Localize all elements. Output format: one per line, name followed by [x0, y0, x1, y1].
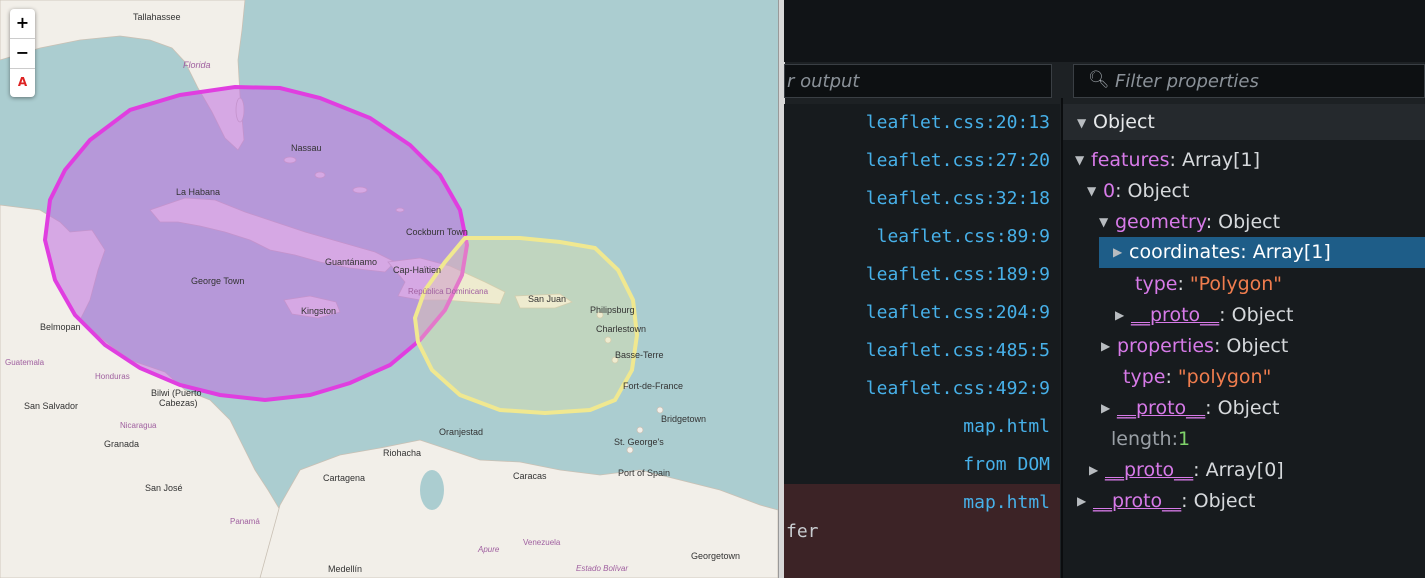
label-estado-bolivar: Estado Bolívar [576, 564, 628, 573]
tree-row-arr-proto[interactable]: ▶ __proto__: Array[0] [1089, 455, 1284, 486]
label-oranjestad: Oranjestad [439, 427, 483, 437]
label-nicaragua: Nicaragua [120, 421, 157, 430]
console-link[interactable]: leaflet.css:485:5 [784, 332, 1060, 370]
console-link[interactable]: map.html [784, 408, 1060, 446]
label-caracas: Caracas [513, 471, 547, 481]
label-bilwi: Bilwi (Puerto [151, 388, 202, 398]
label-guatemala: Guatemala [5, 358, 45, 367]
devtools-toolbar [784, 0, 1425, 62]
tree-row-obj-proto[interactable]: ▶ __proto__: Object [1077, 486, 1256, 517]
label-philipsburg: Philipsburg [590, 305, 635, 315]
console-link[interactable]: leaflet.css:189:9 [784, 256, 1060, 294]
console-link[interactable]: leaflet.css:27:20 [784, 142, 1060, 180]
zoom-in-button[interactable]: + [10, 9, 35, 39]
expand-arrow-icon[interactable]: ▶ [1101, 393, 1117, 424]
draw-control-button[interactable]: A [10, 69, 35, 98]
tree-row-length[interactable]: length:1 [1111, 424, 1190, 455]
console-link[interactable]: leaflet.css:204:9 [784, 294, 1060, 332]
label-george-town: George Town [191, 276, 244, 286]
console-error-row: map.html [784, 484, 1060, 578]
label-georgetown: Georgetown [691, 551, 740, 561]
label-cartagena: Cartagena [323, 473, 365, 483]
label-florida: Florida [183, 60, 211, 70]
expand-arrow-icon[interactable]: ▼ [1087, 176, 1103, 207]
tree-root-row[interactable]: ▼ Object [1063, 104, 1425, 140]
label-san-jose: San José [145, 483, 183, 493]
console-link[interactable]: map.html [784, 484, 1060, 522]
map-view[interactable]: Tallahassee Florida Nassau La Habana Coc… [0, 0, 778, 578]
label-panama: Panamá [230, 517, 260, 526]
label-kingston: Kingston [301, 306, 336, 316]
expand-arrow-icon[interactable]: ▼ [1075, 145, 1091, 176]
console-link[interactable]: leaflet.css:20:13 [784, 104, 1060, 142]
console-link[interactable]: from DOM [784, 446, 1060, 484]
search-icon: 🔍︎ [1088, 70, 1110, 90]
label-riohacha: Riohacha [383, 448, 421, 458]
properties-tree: ▼ Object ▼ features: Array[1] ▼ 0: Object ▼… [1063, 104, 1425, 578]
label-medellin: Medellín [328, 564, 362, 574]
label-granada: Granada [104, 439, 139, 449]
properties-filter-input[interactable]: 🔍︎ Filter properties [1073, 64, 1425, 98]
console-filter-placeholder: r output [787, 71, 860, 92]
label-cap-haitien: Cap-Haïtien [393, 265, 441, 275]
tree-row-geometry[interactable]: ▼ geometry: Object [1099, 207, 1280, 238]
label-san-juan: San Juan [528, 294, 566, 304]
label-cockburn-town: Cockburn Town [406, 227, 468, 237]
tree-row-geom-proto[interactable]: ▶ __proto__: Object [1115, 300, 1294, 331]
expand-arrow-icon[interactable]: ▶ [1113, 237, 1129, 268]
expand-arrow-icon[interactable]: ▼ [1077, 105, 1093, 141]
label-republica-dominicana: República Dominicana [408, 287, 489, 296]
label-port-of-spain: Port of Spain [618, 468, 670, 478]
expand-arrow-icon[interactable]: ▶ [1115, 300, 1131, 331]
tree-row-item0[interactable]: ▼ 0: Object [1087, 176, 1189, 207]
label-tallahassee: Tallahassee [133, 12, 181, 22]
tree-row-geom-type[interactable]: type: "Polygon" [1135, 269, 1282, 300]
expand-arrow-icon[interactable]: ▶ [1089, 455, 1105, 486]
expand-arrow-icon[interactable]: ▶ [1077, 486, 1093, 517]
label-fort-de-france: Fort-de-France [623, 381, 683, 391]
label-bridgetown: Bridgetown [661, 414, 706, 424]
expand-arrow-icon[interactable]: ▼ [1099, 207, 1115, 238]
map-canvas[interactable]: Tallahassee Florida Nassau La Habana Coc… [0, 0, 778, 578]
label-belmopan: Belmopan [40, 322, 81, 332]
tree-row-properties[interactable]: ▶ properties: Object [1101, 331, 1288, 362]
zoom-out-button[interactable]: − [10, 39, 35, 69]
console-filter-input[interactable]: r output [784, 64, 1052, 98]
console-error-text: fer [786, 521, 819, 542]
console-link[interactable]: leaflet.css:492:9 [784, 370, 1060, 408]
tree-row-features[interactable]: ▼ features: Array[1] [1075, 145, 1260, 176]
label-nassau: Nassau [291, 143, 322, 153]
zoom-control: + − A [10, 9, 35, 97]
expand-arrow-icon[interactable]: ▶ [1101, 331, 1117, 362]
label-basse-terre: Basse-Terre [615, 350, 664, 360]
label-la-habana: La Habana [176, 187, 220, 197]
label-cabezas: Cabezas) [159, 398, 198, 408]
properties-filter-placeholder: Filter properties [1115, 71, 1259, 92]
tree-row-feat-proto[interactable]: ▶ __proto__: Object [1101, 393, 1280, 424]
label-san-salvador: San Salvador [24, 401, 78, 411]
console-panel: leaflet.css:20:13 leaflet.css:27:20 leaf… [784, 104, 1060, 578]
console-link[interactable]: leaflet.css:89:9 [784, 218, 1060, 256]
label-apure: Apure [477, 545, 500, 554]
label-guantanamo: Guantánamo [325, 257, 377, 267]
tree-row-feat-type[interactable]: type: "polygon" [1123, 362, 1271, 393]
tree-row-coordinates[interactable]: ▶ coordinates: Array[1] [1099, 237, 1425, 268]
console-link[interactable]: leaflet.css:32:18 [784, 180, 1060, 218]
label-charlestown: Charlestown [596, 324, 646, 334]
label-venezuela: Venezuela [523, 538, 561, 547]
label-st-georges: St. George's [614, 437, 664, 447]
label-honduras: Honduras [95, 372, 130, 381]
